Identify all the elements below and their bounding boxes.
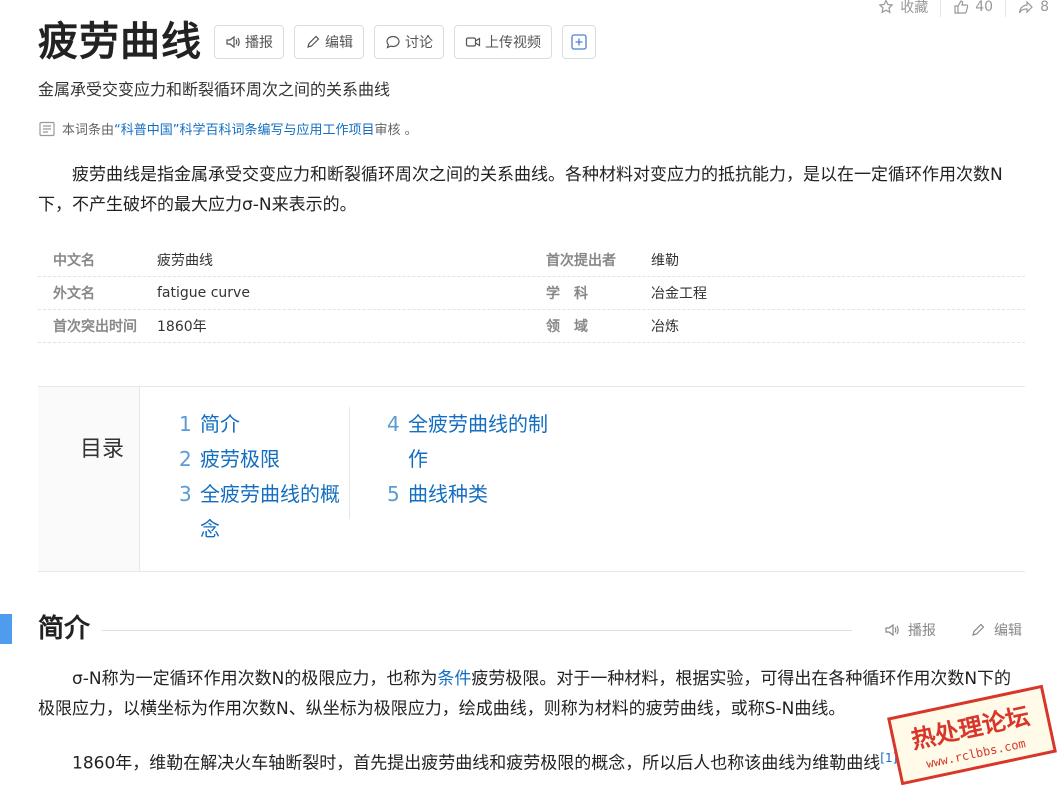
review-notice: 本词条由 “科普中国”科学百科词条编写与应用工作项目 审核 。	[38, 119, 418, 138]
intro-paragraph-1: σ-N称为一定循环作用次数N的极限应力，也称为条件疲劳极限。对于一种材料，根据实…	[38, 664, 1023, 724]
infobox-key: 中文名	[53, 253, 95, 269]
toc-column: 4 全疲劳曲线的制作 5 曲线种类	[387, 407, 567, 512]
broadcast-button[interactable]: 播报	[214, 25, 284, 59]
review-suffix: 审核 。	[374, 123, 418, 138]
broadcast-label: 播报	[245, 35, 273, 51]
discuss-label: 讨论	[405, 35, 433, 51]
toc-number: 4	[387, 412, 400, 436]
edit-button[interactable]: 编辑	[294, 25, 364, 59]
document-icon	[39, 121, 55, 136]
para2-text: 1860年，维勒在解决火车轴断裂时，首先提出疲劳曲线和疲劳极限的概念，所以后人也…	[72, 753, 881, 774]
infobox-key: 首次提出者	[546, 253, 616, 269]
toc-number: 1	[179, 412, 192, 436]
infobox-row: 首次突出时间 1860年 领 域 冶炼	[38, 310, 1025, 343]
chat-bubble-icon	[386, 35, 400, 49]
intro-paragraph-2: 1860年，维勒在解决火车轴断裂时，首先提出疲劳曲线和疲劳极限的概念，所以后人也…	[38, 743, 1023, 779]
plus-icon	[571, 34, 587, 50]
section-marker	[0, 614, 12, 644]
infobox-key: 领 域	[546, 319, 588, 335]
toc-heading: 目录	[80, 437, 125, 462]
toc-label: 曲线种类	[408, 482, 488, 506]
toc-number: 3	[179, 482, 192, 506]
thumbs-up-icon	[954, 0, 969, 14]
share-count: 8	[1040, 0, 1049, 15]
infobox: 中文名 疲劳曲线 首次提出者 维勒 外文名 fatigue curve 学 科 …	[38, 244, 1025, 343]
like-button[interactable]: 40	[941, 0, 1007, 17]
stats-bar: 收藏 40 8	[866, 0, 1049, 17]
upload-video-button[interactable]: 上传视频	[454, 25, 552, 59]
infobox-row: 外文名 fatigue curve 学 科 冶金工程	[38, 277, 1025, 310]
section-broadcast-button[interactable]: 播报	[884, 620, 936, 640]
toc-item-full-curve-concept[interactable]: 3 全疲劳曲线的概念	[179, 477, 349, 547]
lead-summary: 疲劳曲线是指金属承受交变应力和断裂循环周次之间的关系曲线。各种材料对变应力的抵抗…	[38, 165, 1003, 215]
section-broadcast-label: 播报	[908, 623, 936, 639]
infobox-value: fatigue curve	[157, 285, 250, 301]
share-button[interactable]: 8	[1006, 0, 1049, 17]
page-title: 疲劳曲线	[38, 19, 202, 65]
toc-label: 全疲劳曲线的概念	[200, 482, 340, 541]
pencil-icon	[972, 623, 985, 636]
pencil-icon	[307, 35, 320, 48]
infobox-key: 外文名	[53, 286, 95, 302]
toc-header: 目录	[38, 387, 140, 571]
toc-label: 简介	[200, 412, 240, 436]
infobox-value: 维勒	[651, 253, 679, 269]
infobox-value: 冶炼	[651, 319, 679, 335]
add-button[interactable]	[562, 25, 596, 59]
star-icon	[878, 0, 894, 14]
favorite-button[interactable]: 收藏	[866, 0, 942, 17]
section-edit-button[interactable]: 编辑	[970, 620, 1022, 640]
review-prefix: 本词条由	[62, 123, 115, 138]
share-icon	[1018, 0, 1033, 14]
discuss-button[interactable]: 讨论	[374, 25, 444, 59]
section-divider	[102, 630, 852, 631]
infobox-key: 首次突出时间	[53, 319, 137, 335]
section-edit-label: 编辑	[994, 623, 1022, 639]
infobox-value: 1860年	[157, 319, 207, 335]
upload-video-label: 上传视频	[485, 35, 541, 51]
title-row: 疲劳曲线 播报 编辑 讨论 上传视频	[38, 14, 606, 70]
infobox-value: 疲劳曲线	[157, 253, 213, 269]
toc-number: 2	[179, 447, 192, 471]
review-project-link[interactable]: “科普中国”科学百科词条编写与应用工作项目	[114, 119, 374, 138]
toc-label: 全疲劳曲线的制作	[408, 412, 548, 471]
toc-item-full-curve-making[interactable]: 4 全疲劳曲线的制作	[387, 407, 567, 477]
video-camera-icon	[465, 37, 481, 47]
toc-item-fatigue-limit[interactable]: 2 疲劳极限	[179, 442, 349, 477]
like-count: 40	[975, 0, 994, 15]
toc-item-curve-types[interactable]: 5 曲线种类	[387, 477, 567, 512]
infobox-key: 学 科	[546, 286, 588, 302]
condition-link[interactable]: 条件	[437, 669, 471, 689]
toc-item-intro[interactable]: 1 简介	[179, 407, 349, 442]
toc-divider	[349, 407, 350, 519]
favorite-label: 收藏	[900, 0, 929, 16]
speaker-icon	[226, 35, 240, 49]
toc-number: 5	[387, 482, 400, 506]
toc-label: 疲劳极限	[200, 447, 280, 471]
infobox-value: 冶金工程	[651, 286, 707, 302]
page-subtitle: 金属承受交变应力和断裂循环周次之间的关系曲线	[38, 80, 391, 99]
speaker-icon	[885, 623, 899, 637]
table-of-contents: 目录 1 简介 2 疲劳极限 3 全疲劳曲线的概念 4 全疲劳曲线的制作 5 曲…	[38, 386, 1025, 572]
infobox-row: 中文名 疲劳曲线 首次提出者 维勒	[38, 244, 1025, 277]
section-title: 简介	[38, 614, 91, 644]
para1-before: σ-N称为一定循环作用次数N的极限应力，也称为	[72, 669, 438, 689]
toc-column: 1 简介 2 疲劳极限 3 全疲劳曲线的概念	[179, 407, 349, 547]
edit-label: 编辑	[325, 35, 353, 51]
